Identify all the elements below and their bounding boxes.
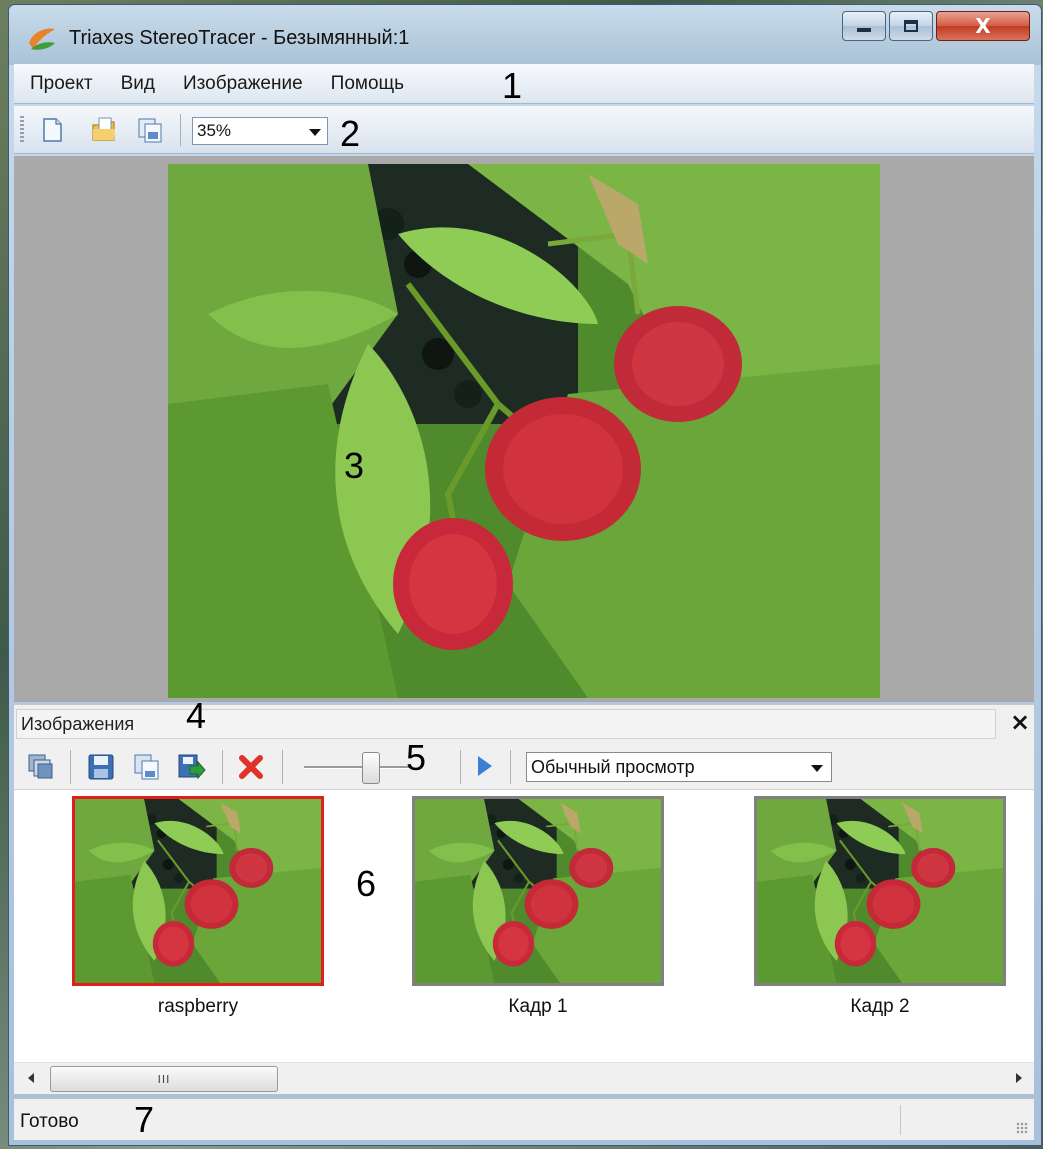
images-toolbar: Обычный просмотр <box>14 742 1034 790</box>
scrollbar-thumb[interactable]: III <box>50 1066 278 1092</box>
status-text: Готово <box>20 1111 79 1132</box>
toolbar-grip[interactable] <box>20 116 24 144</box>
status-separator <box>900 1105 901 1135</box>
callout-7: 7 <box>134 1099 155 1140</box>
toolbar-separator <box>282 750 283 784</box>
close-icon: X <box>975 14 991 38</box>
horizontal-scrollbar[interactable]: III <box>14 1062 1034 1094</box>
thumbnails-area: raspberry Кадр 1 Кадр 2 6 <box>14 790 1034 1062</box>
image-canvas[interactable]: 3 <box>14 156 1034 702</box>
chevron-down-icon[interactable] <box>309 129 321 136</box>
toolbar-separator <box>510 750 511 784</box>
thumbnail-label: Кадр 2 <box>850 996 910 1017</box>
minimize-button[interactable] <box>842 11 886 41</box>
thumbnail-image <box>754 796 1006 986</box>
open-folder-icon[interactable] <box>90 116 118 144</box>
export-icon[interactable] <box>176 752 206 782</box>
thumbnail-item[interactable] <box>72 796 324 986</box>
menu-project[interactable]: Проект <box>30 73 93 95</box>
thumbnail-item[interactable] <box>754 796 1006 986</box>
save-copy-icon[interactable] <box>136 116 164 144</box>
callout-3: 3 <box>344 445 365 486</box>
menu-view[interactable]: Вид <box>121 73 155 95</box>
images-panel-title: Изображения <box>16 709 996 739</box>
main-image <box>168 164 880 698</box>
close-button[interactable]: X <box>936 11 1030 41</box>
title-bar[interactable]: Triaxes StereoTracer - Безымянный:1 X <box>9 5 1041 65</box>
callout-1: 1 <box>502 65 523 106</box>
copy-icon[interactable] <box>132 752 162 782</box>
zoom-select[interactable]: 35% <box>192 117 328 145</box>
window-title: Triaxes StereoTracer - Безымянный:1 <box>69 27 410 49</box>
toolbar-separator <box>460 750 461 784</box>
scroll-left-icon[interactable] <box>28 1073 34 1083</box>
scroll-right-icon[interactable] <box>1016 1073 1022 1083</box>
callout-5: 5 <box>406 737 427 778</box>
toolbar-separator <box>70 750 71 784</box>
view-mode-value: Обычный просмотр <box>531 756 695 777</box>
maximize-button[interactable] <box>889 11 933 41</box>
toolbar-separator <box>180 114 181 146</box>
status-bar: Готово <box>14 1098 1034 1140</box>
minimize-icon <box>857 28 871 32</box>
play-icon[interactable] <box>478 756 492 776</box>
menu-bar: Проект Вид Изображение Помощь <box>14 64 1034 104</box>
new-file-icon[interactable] <box>38 116 66 144</box>
view-mode-select[interactable]: Обычный просмотр <box>526 752 832 782</box>
images-panel-header: Изображения × <box>14 704 1034 742</box>
menu-help[interactable]: Помощь <box>331 73 404 95</box>
maximize-icon <box>904 20 918 32</box>
save-icon[interactable] <box>86 752 116 782</box>
callout-2: 2 <box>340 113 361 154</box>
zoom-value: 35% <box>197 121 232 140</box>
callout-6: 6 <box>356 863 377 904</box>
chevron-down-icon[interactable] <box>811 765 823 772</box>
panel-close-icon[interactable]: × <box>1010 710 1030 734</box>
resize-grip-icon[interactable] <box>1016 1122 1028 1134</box>
delete-icon[interactable] <box>236 752 266 782</box>
thumbnail-image <box>72 796 324 986</box>
main-toolbar: 35% <box>14 106 1034 154</box>
callout-4: 4 <box>186 695 207 736</box>
menu-image[interactable]: Изображение <box>183 73 303 95</box>
thumbnail-label: Кадр 1 <box>508 996 568 1017</box>
slider-thumb[interactable] <box>362 752 380 784</box>
layers-icon[interactable] <box>26 752 56 782</box>
slider-track[interactable] <box>304 766 412 769</box>
thumbnail-image <box>412 796 664 986</box>
thumbnail-item[interactable] <box>412 796 664 986</box>
app-logo-icon <box>29 28 55 50</box>
thumbnail-label: raspberry <box>157 996 239 1017</box>
toolbar-separator <box>222 750 223 784</box>
